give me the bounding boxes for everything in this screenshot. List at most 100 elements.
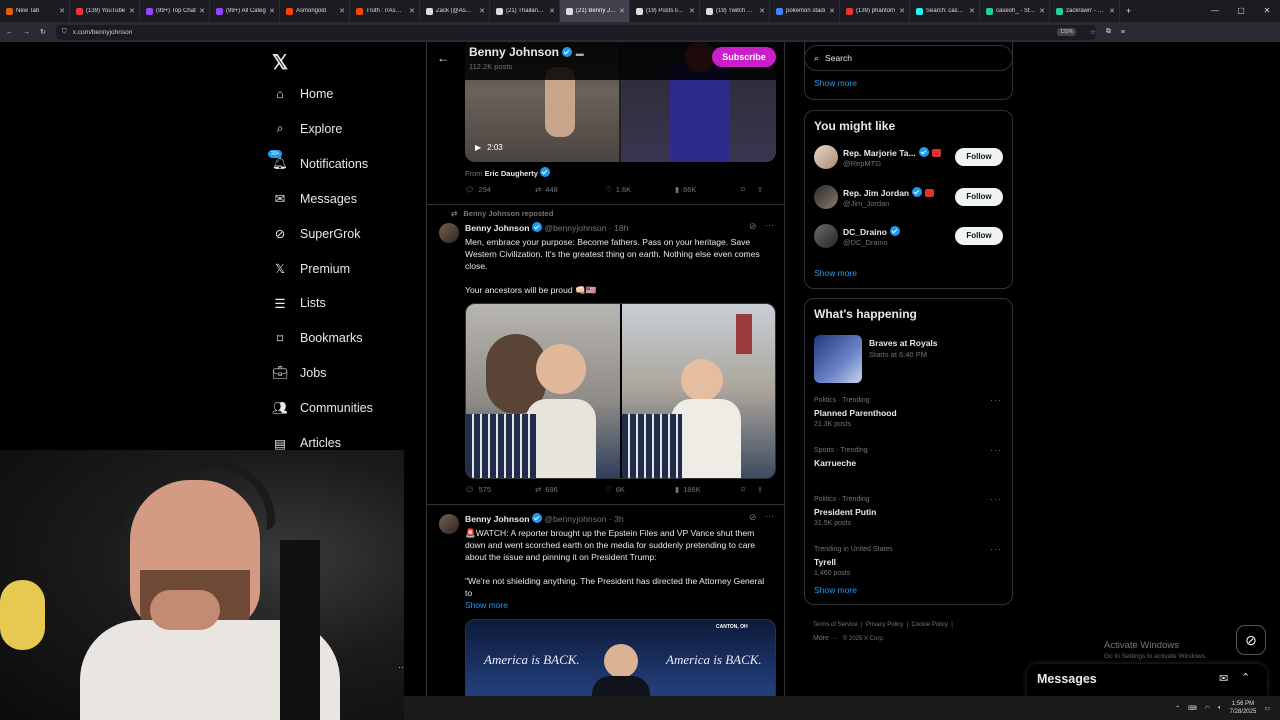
event-title[interactable]: Braves at Royals (869, 338, 938, 348)
messages-dock[interactable]: Messages ✉ ⌃ (1027, 664, 1267, 696)
author-handle[interactable]: @bennyjohnson (544, 514, 606, 524)
notification-icon[interactable]: ▭ (1264, 705, 1270, 712)
sidebar-item-home[interactable]: ⌂ Home (272, 86, 333, 102)
close-tab-icon[interactable]: ✕ (129, 7, 135, 15)
video-controls[interactable]: ▶ 2:03 (475, 143, 503, 152)
trend-name[interactable]: Karrueche (814, 458, 856, 468)
close-tab-icon[interactable]: ✕ (689, 7, 695, 15)
post-time[interactable]: · 18h (609, 223, 629, 233)
x-logo-icon[interactable]: 𝕏 (272, 50, 288, 75)
sidebar-item-lists[interactable]: ☰ Lists (272, 295, 325, 311)
sidebar-item-articles[interactable]: ▤ Articles (272, 435, 341, 451)
follow-button[interactable]: Follow (955, 227, 1003, 245)
forward-icon[interactable]: → (23, 29, 30, 36)
more-icon[interactable]: ··· (990, 544, 1002, 554)
reply-button[interactable]: 💬︎ 575 (465, 485, 535, 494)
play-icon[interactable]: ▶ (475, 143, 481, 152)
sidebar-item-explore[interactable]: ⌕ Explore (272, 121, 342, 137)
like-button[interactable]: ♡ 6K (605, 485, 675, 494)
avatar[interactable] (439, 514, 459, 534)
sidebar-item-premium[interactable]: 𝕏 Premium (272, 261, 350, 277)
volume-icon[interactable]: 🔈︎ (1218, 705, 1222, 712)
repost-button[interactable]: ⇄ 696 (535, 485, 605, 494)
close-tab-icon[interactable]: ✕ (1039, 7, 1045, 15)
close-tab-icon[interactable]: ✕ (409, 7, 415, 15)
star-icon[interactable]: ☆ (1090, 28, 1096, 36)
subscribe-button[interactable]: Subscribe (712, 47, 776, 67)
trend-name[interactable]: Tyrell (814, 557, 836, 567)
browser-tab[interactable]: (19) Twitch Sup ✕ (700, 0, 770, 22)
show-more-link[interactable]: Show more (814, 78, 857, 88)
close-tab-icon[interactable]: ✕ (969, 7, 975, 15)
post-time[interactable]: · 3h (609, 514, 624, 524)
more-icon[interactable]: ··· (990, 445, 1002, 455)
browser-tab[interactable]: (139) phantom ✕ (840, 0, 910, 22)
expand-icon[interactable]: ⌃ (1241, 671, 1250, 684)
wifi-icon[interactable]: ◠ (1205, 705, 1210, 712)
browser-tab[interactable]: pokemon stadi ✕ (770, 0, 840, 22)
suggestion-name[interactable]: Rep. Marjorie Ta... (843, 147, 941, 158)
cookie-link[interactable]: Cookie Policy (912, 622, 948, 628)
suggestion-name[interactable]: Rep. Jim Jordan (843, 186, 935, 198)
browser-tab[interactable]: New Tab ✕ (0, 0, 70, 22)
author-name[interactable]: Benny Johnson (465, 223, 529, 233)
more-link[interactable]: More ··· (813, 635, 838, 642)
sidebar-item-messages[interactable]: ✉ Messages (272, 191, 357, 207)
browser-tab[interactable]: Asmongold ✕ (280, 0, 350, 22)
reply-button[interactable]: 💬︎ 294 (465, 185, 535, 194)
close-tab-icon[interactable]: ✕ (479, 7, 485, 15)
zoom-level[interactable]: 120% (1057, 28, 1077, 36)
sidebar-item-supergrok[interactable]: ⊘ SuperGrok (272, 226, 361, 242)
follow-button[interactable]: Follow (955, 148, 1003, 166)
privacy-link[interactable]: Privacy Policy (866, 622, 903, 628)
close-tab-icon[interactable]: ✕ (899, 7, 905, 15)
views-button[interactable]: ▮ 186K (675, 485, 745, 494)
author-name[interactable]: Benny Johnson (465, 514, 529, 524)
more-icon[interactable]: ··· (765, 511, 774, 521)
extensions-icon[interactable]: ⧉ (1106, 28, 1111, 36)
post2-images[interactable] (465, 303, 776, 479)
close-tab-icon[interactable]: ✕ (59, 7, 65, 15)
sidebar-item-notifications[interactable]: 🔔︎ 20+ Notifications (268, 149, 368, 172)
network-icon[interactable]: ⌨ (1188, 705, 1197, 712)
show-more-link[interactable]: Show more (814, 268, 857, 278)
close-tab-icon[interactable]: ✕ (619, 7, 625, 15)
browser-tab[interactable]: Truth : r/Asmon ✕ (350, 0, 420, 22)
minimize-button[interactable]: — (1202, 0, 1228, 22)
trend-name[interactable]: Planned Parenthood (814, 408, 897, 418)
close-tab-icon[interactable]: ✕ (269, 7, 275, 15)
terms-link[interactable]: Terms of Service (813, 622, 858, 628)
more-icon[interactable]: ··· (990, 494, 1002, 504)
share-icon[interactable]: ⇪ (757, 485, 763, 494)
url-bar[interactable]: ⛉ x.com/bennyjohnson 120% ☆ (55, 24, 1096, 40)
close-tab-icon[interactable]: ✕ (549, 7, 555, 15)
bookmark-icon[interactable]: ⌑ (741, 485, 745, 494)
maximize-button[interactable]: ▢ (1228, 0, 1254, 22)
close-tab-icon[interactable]: ✕ (829, 7, 835, 15)
more-icon[interactable]: ··· (765, 220, 774, 230)
close-window-button[interactable]: ✕ (1254, 0, 1280, 22)
close-tab-icon[interactable]: ✕ (199, 7, 205, 15)
suggestion-name[interactable]: DC_Draino (843, 226, 900, 237)
like-button[interactable]: ♡ 1.6K (605, 185, 675, 194)
sidebar-item-jobs[interactable]: 💼︎ Jobs (272, 365, 326, 381)
grok-icon[interactable]: ⊘ (749, 221, 757, 232)
close-tab-icon[interactable]: ✕ (1109, 7, 1115, 15)
browser-tab[interactable]: (99+) All Categ ✕ (210, 0, 280, 22)
follow-button[interactable]: Follow (955, 187, 1003, 206)
bookmark-icon[interactable]: ⌑ (741, 185, 745, 194)
new-message-icon[interactable]: ✉ (1219, 672, 1228, 685)
reload-icon[interactable]: ↻ (40, 28, 46, 36)
show-more-link[interactable]: Show more (465, 600, 508, 610)
avatar[interactable] (814, 184, 838, 209)
back-arrow-icon[interactable]: ← (437, 51, 449, 65)
sidebar-item-bookmarks[interactable]: ⌑ Bookmarks (272, 330, 363, 346)
close-tab-icon[interactable]: ✕ (339, 7, 345, 15)
more-icon[interactable]: ··· (990, 395, 1002, 405)
trend-name[interactable]: President Putin (814, 507, 876, 517)
browser-tab[interactable]: zackrawrr - Stre ✕ (1050, 0, 1120, 22)
more-options-icon[interactable]: ··· (398, 662, 404, 672)
show-more-link[interactable]: Show more (814, 585, 857, 595)
back-icon[interactable]: ← (6, 29, 13, 36)
browser-tab[interactable]: (21) Benny Johi ✕ (560, 0, 630, 22)
